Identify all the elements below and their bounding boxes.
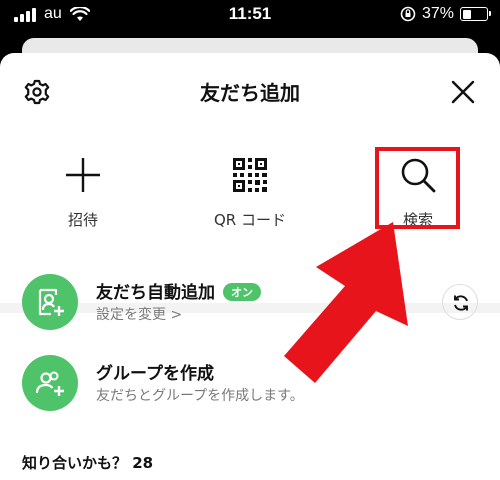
battery-fill bbox=[462, 9, 471, 19]
auto-add-avatar bbox=[22, 274, 78, 330]
invite-label: 招待 bbox=[67, 211, 98, 229]
search-highlight-box bbox=[375, 147, 460, 229]
auto-add-subtitle-line: 設定を変更 > bbox=[96, 304, 182, 324]
suggestions-count: 28 bbox=[132, 454, 154, 472]
battery-icon bbox=[460, 7, 491, 21]
status-right: 37% bbox=[400, 5, 491, 23]
close-icon[interactable] bbox=[448, 77, 478, 107]
add-friend-sheet: 友だち追加 招待 QR コード 検索 bbox=[0, 53, 500, 480]
refresh-button[interactable] bbox=[442, 284, 478, 320]
orientation-lock-icon bbox=[400, 6, 416, 22]
create-group-avatar bbox=[22, 355, 78, 411]
auto-add-title-line: 友だち自動追加 オン bbox=[96, 278, 261, 303]
suggestions-header[interactable]: 知り合いかも？ 28 bbox=[22, 452, 153, 473]
qr-code-icon bbox=[233, 158, 267, 192]
auto-add-row[interactable]: 友だち自動追加 オン 設定を変更 > bbox=[0, 272, 500, 332]
suggestions-label: 知り合いかも？ bbox=[22, 454, 128, 472]
create-group-row[interactable]: グループを作成 友だちとグループを作成します。 bbox=[0, 353, 500, 413]
sheet-header: 友だち追加 bbox=[0, 53, 500, 129]
auto-add-subtitle: 設定を変更 bbox=[96, 307, 166, 323]
sheet-title: 友だち追加 bbox=[200, 81, 300, 105]
status-bar: au 11:51 37% bbox=[0, 0, 500, 30]
auto-add-friend-icon bbox=[38, 288, 64, 316]
create-group-subtitle: 友だちとグループを作成します。 bbox=[96, 388, 304, 404]
create-group-icon bbox=[35, 371, 64, 396]
invite-button[interactable]: 招待 bbox=[8, 155, 158, 230]
auto-add-title: 友だち自動追加 bbox=[96, 283, 215, 303]
plus-icon bbox=[66, 158, 100, 192]
refresh-icon bbox=[454, 295, 468, 311]
battery-percent: 37% bbox=[421, 5, 454, 22]
chevron-right-icon: > bbox=[170, 307, 183, 323]
status-badge: オン bbox=[223, 283, 261, 301]
create-group-title: グループを作成 bbox=[96, 364, 214, 384]
qr-code-label: QR コード bbox=[214, 211, 286, 229]
qr-code-button[interactable]: QR コード bbox=[175, 155, 325, 230]
